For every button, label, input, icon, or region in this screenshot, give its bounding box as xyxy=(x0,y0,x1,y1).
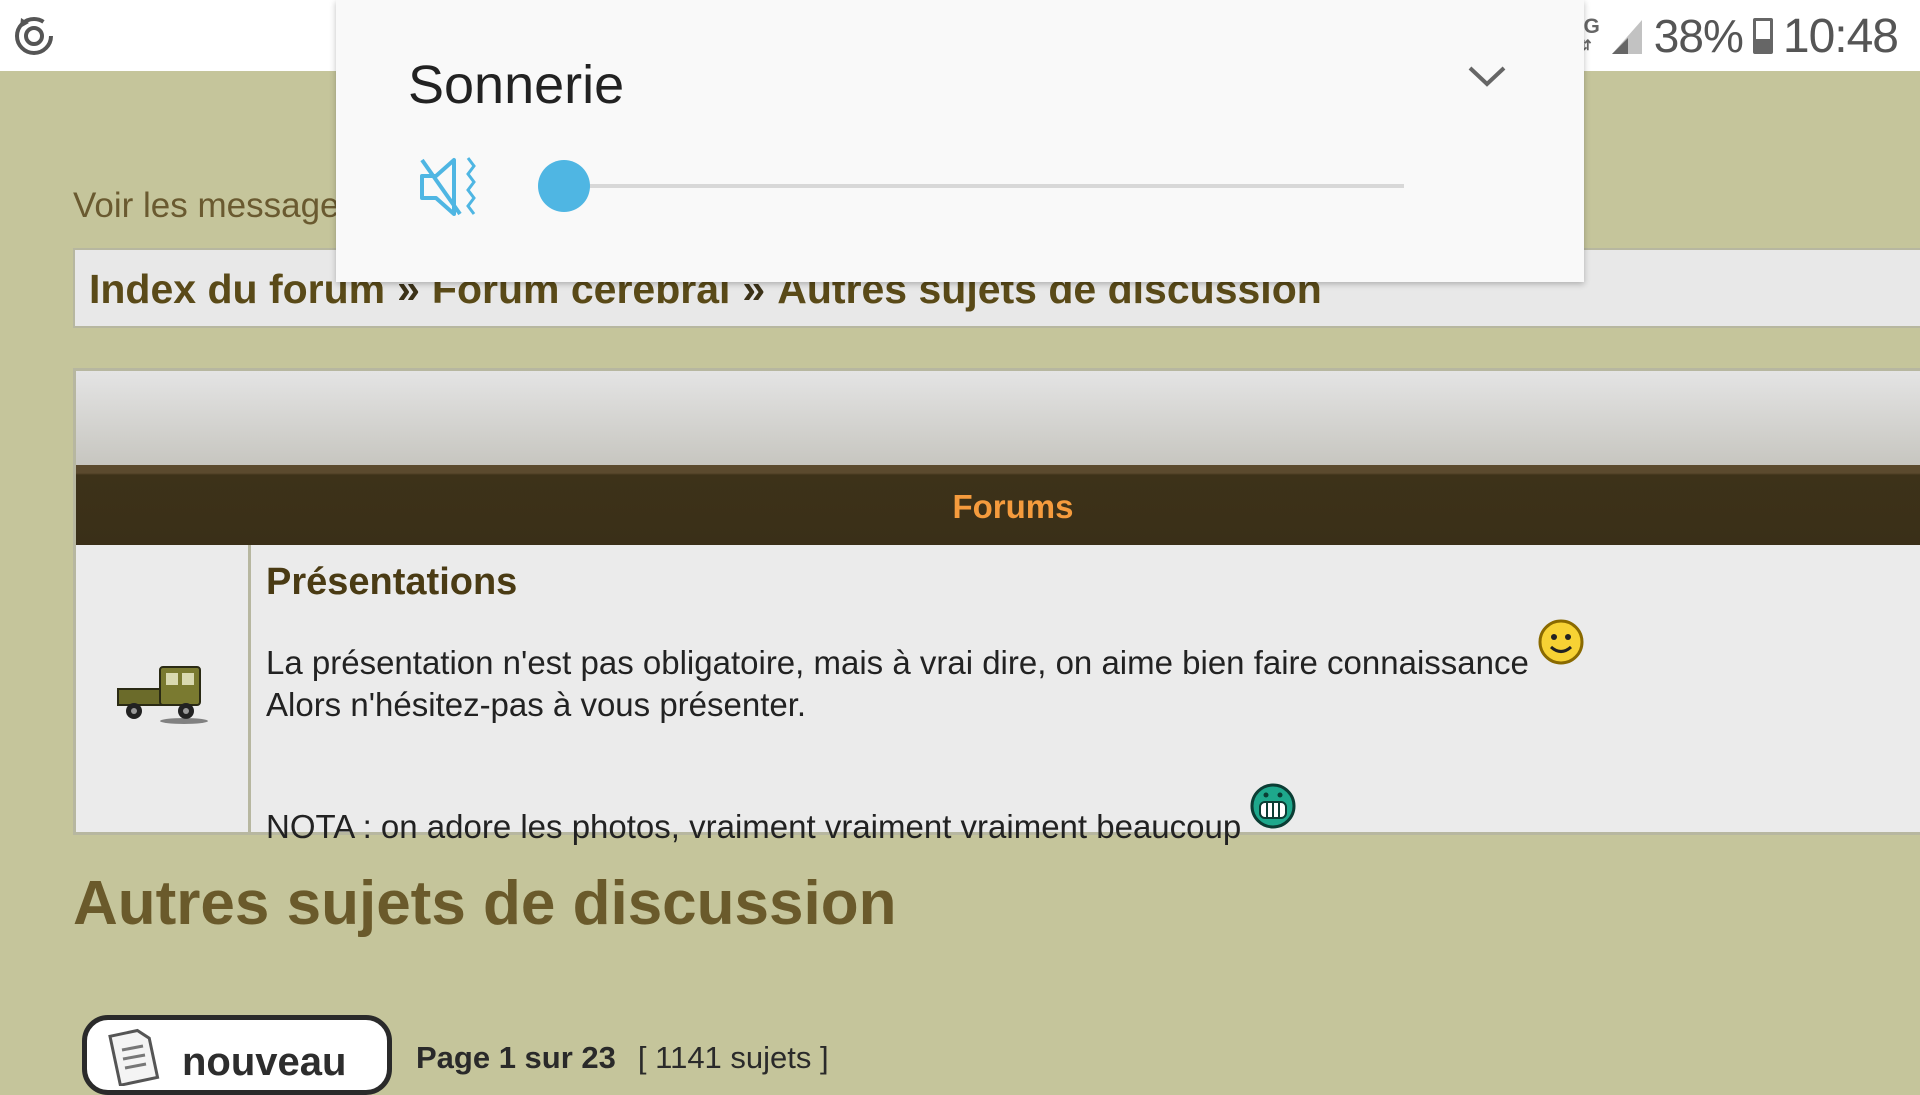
forum-description: La présentation n'est pas obligatoire, m… xyxy=(266,618,1920,848)
pagination: Page 1 sur 23 [ 1141 sujets ] xyxy=(416,1040,829,1076)
forum-table: Forums Présentations La présentation n'e… xyxy=(73,368,1920,845)
volume-slider-track[interactable] xyxy=(564,184,1404,188)
volume-panel: Sonnerie xyxy=(336,0,1584,282)
page-indicator: Page 1 sur 23 xyxy=(416,1040,616,1075)
table-top-bar xyxy=(76,371,1920,465)
table-header-forums: Forums xyxy=(76,465,1920,545)
clock: 10:48 xyxy=(1782,9,1899,63)
new-topic-button[interactable]: nouveau xyxy=(82,1015,392,1095)
battery-percent: 38% xyxy=(1653,10,1744,62)
forum-nota-text: NOTA : on adore les photos, vraiment vra… xyxy=(266,808,1242,845)
volume-panel-title: Sonnerie xyxy=(408,55,625,115)
forum-nota: NOTA : on adore les photos, vraiment vra… xyxy=(266,782,1920,848)
truck-icon xyxy=(117,665,208,724)
topic-count: [ 1141 sujets ] xyxy=(637,1040,829,1075)
new-topic-label: nouveau xyxy=(182,1040,347,1084)
forum-row-presentations: Présentations La présentation n'est pas … xyxy=(76,545,1920,845)
smile-emoji-icon xyxy=(1538,619,1584,665)
view-messages-link[interactable]: Voir les message xyxy=(73,186,340,226)
signal-icon xyxy=(1611,20,1642,54)
chevron-down-icon[interactable] xyxy=(1464,60,1510,90)
grin-emoji-icon xyxy=(1250,783,1296,829)
forum-title-link[interactable]: Présentations xyxy=(266,561,1920,604)
forum-icon-cell xyxy=(76,545,251,832)
battery-icon xyxy=(1752,18,1773,54)
auto-rotate-icon xyxy=(15,17,53,55)
forum-description-line1: La présentation n'est pas obligatoire, m… xyxy=(266,644,1529,681)
document-icon xyxy=(108,1028,160,1086)
forum-description-line2: Alors n'hésitez-pas à vous présenter. xyxy=(266,686,807,723)
mute-vibrate-icon[interactable] xyxy=(416,152,490,222)
volume-slider-thumb[interactable] xyxy=(538,160,590,212)
section-title: Autres sujets de discussion xyxy=(73,869,897,938)
